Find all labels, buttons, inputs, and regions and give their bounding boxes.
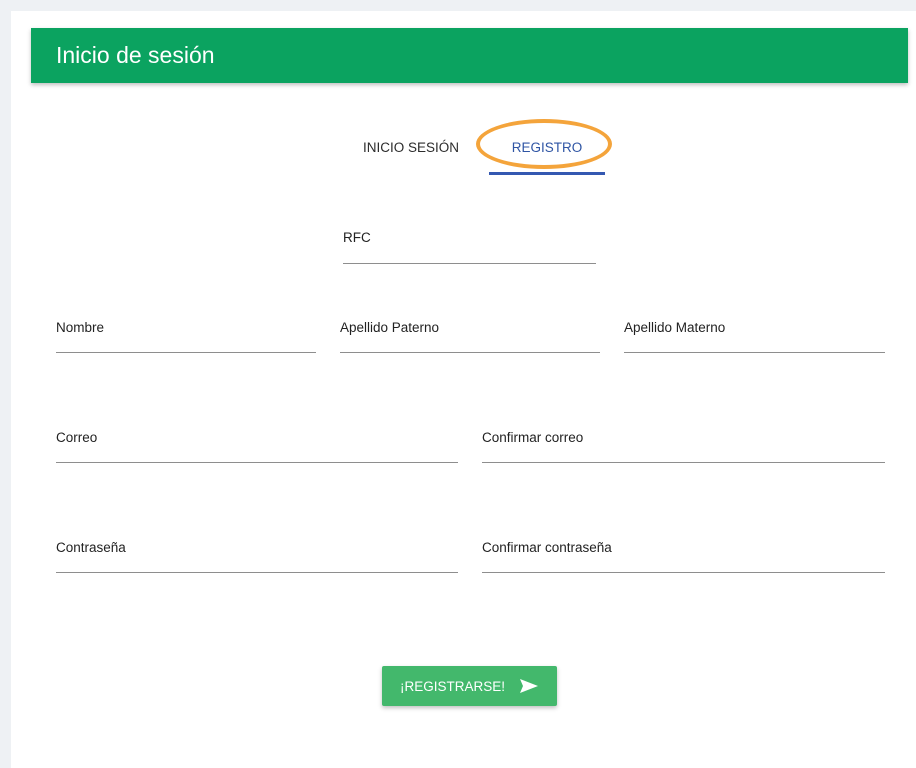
correo-underline [56, 462, 458, 463]
apellido-materno-input[interactable] [624, 331, 885, 353]
tab-inicio-sesion[interactable]: INICIO SESIÓN [352, 132, 470, 172]
page-frame-top [0, 0, 916, 11]
rfc-underline [343, 263, 596, 264]
contrasena-underline [56, 572, 458, 573]
confirmar-correo-field: Confirmar correo [482, 427, 885, 467]
confirmar-contrasena-underline [482, 572, 885, 573]
contrasena-input[interactable] [56, 551, 458, 573]
tab-registro[interactable]: REGISTRO [489, 132, 605, 172]
active-tab-indicator [489, 172, 605, 175]
registrarse-button-label: ¡REGISTRARSE! [399, 678, 505, 694]
confirmar-contrasena-input[interactable] [482, 551, 885, 573]
page-frame-left [0, 0, 11, 768]
nombre-input[interactable] [56, 331, 316, 353]
apellido-materno-field: Apellido Materno [624, 317, 885, 357]
confirmar-correo-underline [482, 462, 885, 463]
nombre-field: Nombre [56, 317, 316, 357]
correo-field: Correo [56, 427, 458, 467]
contrasena-field: Contraseña [56, 537, 458, 577]
page-title: Inicio de sesión [56, 42, 215, 68]
confirmar-correo-input[interactable] [482, 441, 885, 463]
apellido-paterno-field: Apellido Paterno [340, 317, 600, 357]
apellido-paterno-underline [340, 352, 600, 353]
auth-tabs: INICIO SESIÓN REGISTRO [0, 132, 916, 176]
registrarse-button[interactable]: ¡REGISTRARSE! [382, 666, 557, 706]
rfc-field: RFC [343, 226, 596, 266]
rfc-input[interactable] [343, 240, 596, 262]
apellido-materno-underline [624, 352, 885, 353]
confirmar-contrasena-field: Confirmar contraseña [482, 537, 885, 577]
correo-input[interactable] [56, 441, 458, 463]
page-header: Inicio de sesión [31, 28, 908, 83]
send-icon [519, 678, 539, 694]
nombre-underline [56, 352, 316, 353]
apellido-paterno-input[interactable] [340, 331, 600, 353]
